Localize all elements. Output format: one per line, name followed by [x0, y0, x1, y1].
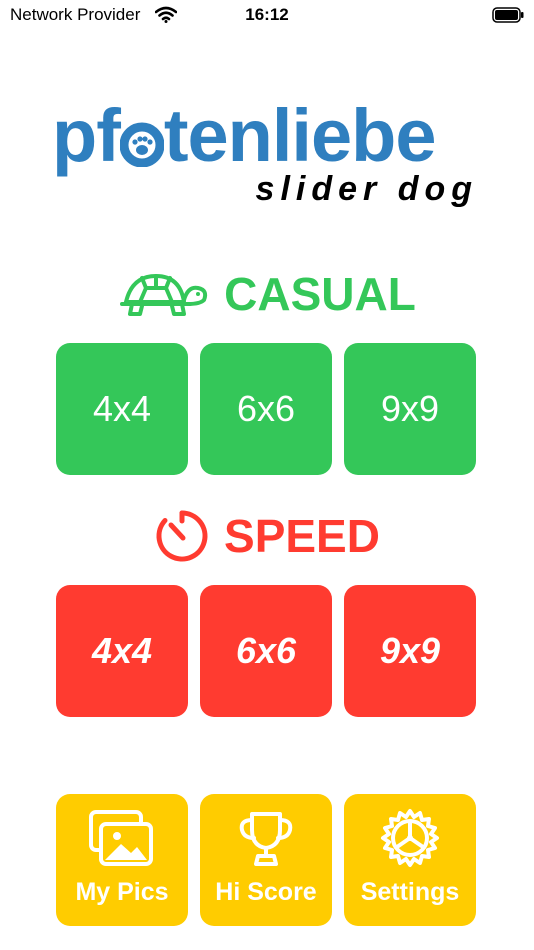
- battery-icon: [492, 7, 524, 23]
- speed-title: SPEED: [224, 510, 380, 562]
- casual-6x6-button[interactable]: 6x6: [200, 343, 332, 475]
- bottom-menu: My Pics Hi Score Settings: [56, 794, 478, 926]
- hi-score-label: Hi Score: [215, 878, 317, 906]
- speed-heading: SPEED: [0, 508, 534, 564]
- turtle-icon: [120, 274, 208, 316]
- gear-icon: [381, 809, 439, 867]
- casual-heading: CASUAL: [0, 268, 534, 320]
- timer-icon: [156, 510, 208, 562]
- my-pics-button[interactable]: My Pics: [56, 794, 188, 926]
- casual-grid: 4x4 6x6 9x9: [56, 343, 478, 475]
- casual-title: CASUAL: [224, 268, 416, 320]
- speed-4x4-button[interactable]: 4x4: [56, 585, 188, 717]
- trophy-icon: [239, 812, 293, 866]
- clock-label: 16:12: [245, 5, 289, 24]
- photos-icon: [89, 810, 153, 866]
- status-bar: Network Provider 16:12: [0, 0, 534, 32]
- logo-title-part1: pf: [52, 94, 121, 177]
- my-pics-label: My Pics: [75, 878, 169, 906]
- app-logo: pf tenliebe slider dog: [52, 96, 482, 220]
- casual-9x9-button[interactable]: 9x9: [344, 343, 476, 475]
- paw-icon: [119, 122, 164, 167]
- hi-score-button[interactable]: Hi Score: [200, 794, 332, 926]
- speed-6x6-button[interactable]: 6x6: [200, 585, 332, 717]
- logo-title: pf tenliebe: [52, 96, 436, 176]
- casual-4x4-button[interactable]: 4x4: [56, 343, 188, 475]
- settings-button[interactable]: Settings: [344, 794, 476, 926]
- logo-subtitle: slider dog: [255, 170, 478, 208]
- speed-9x9-button[interactable]: 9x9: [344, 585, 476, 717]
- logo-title-part2: tenliebe: [163, 94, 437, 177]
- settings-label: Settings: [360, 878, 460, 906]
- speed-grid: 4x4 6x6 9x9: [56, 585, 478, 717]
